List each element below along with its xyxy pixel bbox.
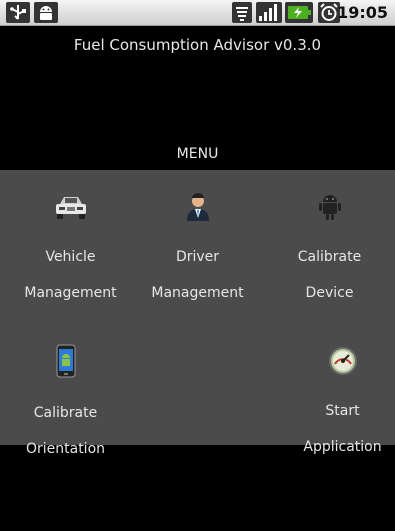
menu-item-line1: Start	[325, 403, 360, 419]
car-icon	[55, 197, 86, 219]
menu-item-line2: Management	[151, 285, 244, 301]
android-notification-icon	[34, 2, 58, 23]
speedometer-icon	[328, 347, 357, 375]
menu-item-line2: Management	[24, 285, 117, 301]
calibrate-orientation-button[interactable]: Calibrate Orientation	[3, 344, 128, 476]
status-bar: 19:05	[0, 0, 395, 26]
person-icon	[186, 193, 209, 221]
menu-item-line1: Calibrate	[33, 405, 98, 421]
menu-panel: Vehicle Management Driver Management Cal…	[0, 170, 395, 457]
phone-icon	[56, 344, 75, 378]
menu-item-line1: Driver	[175, 249, 220, 265]
menu-label: MENU	[176, 146, 219, 162]
clock: 19:05	[337, 3, 388, 22]
signal-icon	[256, 2, 282, 23]
menu-item-line1: Vehicle	[45, 249, 96, 265]
menu-item-line2: Orientation	[25, 441, 106, 457]
usb-icon	[6, 2, 30, 23]
vehicle-management-button[interactable]: Vehicle Management	[8, 192, 133, 320]
android-robot-icon	[318, 195, 341, 220]
calibrate-device-button[interactable]: Calibrate Device	[267, 192, 392, 320]
battery-charging-icon	[285, 2, 313, 23]
start-application-button[interactable]: Start Application	[280, 346, 395, 474]
menu-item-line1: Calibrate	[297, 249, 362, 265]
driver-management-button[interactable]: Driver Management	[135, 192, 260, 320]
menu-item-line2: Application	[303, 439, 382, 455]
wifi-icon	[232, 2, 252, 23]
app-title: Fuel Consumption Advisor v0.3.0	[73, 36, 322, 54]
menu-item-line2: Device	[305, 285, 354, 301]
